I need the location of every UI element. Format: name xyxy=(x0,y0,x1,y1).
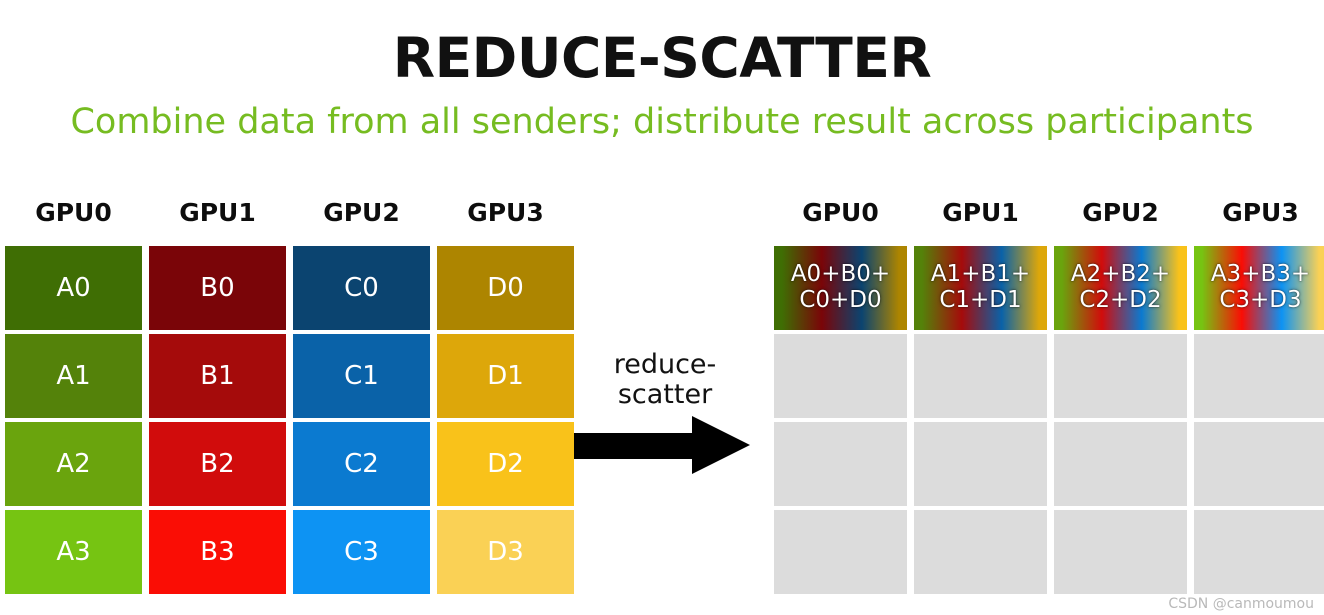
source-cell-label: C0 xyxy=(344,272,379,303)
result-cell xyxy=(774,510,907,594)
source-cell: A1 xyxy=(5,334,142,418)
source-column-2: C0 C1 C2 C3 xyxy=(293,246,430,598)
result-column-0: A0+B0+ C0+D0 xyxy=(774,246,907,598)
result-cell xyxy=(1194,334,1324,418)
source-column-0: A0 A1 A2 A3 xyxy=(5,246,142,598)
source-cell: D2 xyxy=(437,422,574,506)
source-cell-label: A2 xyxy=(56,448,91,479)
source-cell: C3 xyxy=(293,510,430,594)
source-cell-label: D2 xyxy=(487,448,524,479)
source-cell: B2 xyxy=(149,422,286,506)
source-cell: D1 xyxy=(437,334,574,418)
result-cell xyxy=(1054,422,1187,506)
source-matrix-grid: A0 A1 A2 A3 B0 B1 B2 B3 C0 C1 C2 C3 D0 D1 D2 D3 xyxy=(5,246,581,598)
arrow-shaft xyxy=(574,433,696,460)
result-column-1: A1+B1+ C1+D1 xyxy=(914,246,1047,598)
source-cell-label: D1 xyxy=(487,360,524,391)
arrow-right-icon xyxy=(574,416,750,475)
result-cell xyxy=(914,422,1047,506)
source-cell-label: D3 xyxy=(487,536,524,567)
result-cell: A3+B3+ C3+D3 xyxy=(1194,246,1324,330)
source-cell-label: C2 xyxy=(344,448,379,479)
result-column-header-1: GPU1 xyxy=(942,198,1019,227)
result-column-3: A3+B3+ C3+D3 xyxy=(1194,246,1324,598)
watermark: CSDN @canmoumou xyxy=(1168,596,1314,612)
source-cell-label: C1 xyxy=(344,360,379,391)
arrow-head xyxy=(692,416,750,475)
source-cell-label: A3 xyxy=(56,536,91,567)
source-cell-label: B0 xyxy=(200,272,235,303)
result-cell xyxy=(1194,510,1324,594)
source-column-1: B0 B1 B2 B3 xyxy=(149,246,286,598)
source-cell: D0 xyxy=(437,246,574,330)
page-title: REDUCE-SCATTER xyxy=(392,26,932,90)
result-cell xyxy=(1054,510,1187,594)
source-cell-label: A0 xyxy=(56,272,91,303)
source-column-header-0: GPU0 xyxy=(35,198,112,227)
result-cell xyxy=(1194,422,1324,506)
source-cell: D3 xyxy=(437,510,574,594)
source-cell: C2 xyxy=(293,422,430,506)
source-cell: C0 xyxy=(293,246,430,330)
result-cell-label: A0+B0+ C0+D0 xyxy=(790,261,891,313)
result-cell-label: A1+B1+ C1+D1 xyxy=(930,261,1031,313)
result-cell xyxy=(914,334,1047,418)
source-cell-label: C3 xyxy=(344,536,379,567)
source-cell: C1 xyxy=(293,334,430,418)
source-cell: A0 xyxy=(5,246,142,330)
source-cell-label: B1 xyxy=(200,360,235,391)
source-cell: B3 xyxy=(149,510,286,594)
source-cell-label: B3 xyxy=(200,536,235,567)
result-column-header-3: GPU3 xyxy=(1222,198,1299,227)
source-cell: B1 xyxy=(149,334,286,418)
result-column-header-0: GPU0 xyxy=(802,198,879,227)
source-cell: A3 xyxy=(5,510,142,594)
result-matrix: GPU0 GPU1 GPU2 GPU3 A0+B0+ C0+D0 A1+B1+ C1+D… xyxy=(774,196,1324,598)
result-cell: A2+B2+ C2+D2 xyxy=(1054,246,1187,330)
source-matrix-headers: GPU0 GPU1 GPU2 GPU3 xyxy=(5,196,581,246)
source-cell: B0 xyxy=(149,246,286,330)
page-subtitle: Combine data from all senders; distribut… xyxy=(70,102,1254,142)
source-cell-label: D0 xyxy=(487,272,524,303)
result-cell xyxy=(914,510,1047,594)
result-cell-label: A2+B2+ C2+D2 xyxy=(1070,261,1171,313)
result-column-2: A2+B2+ C2+D2 xyxy=(1054,246,1187,598)
source-cell: A2 xyxy=(5,422,142,506)
reduce-scatter-operation: reduce- scatter xyxy=(570,349,760,475)
result-matrix-grid: A0+B0+ C0+D0 A1+B1+ C1+D1 A2+B2+ C2+D2 A3+B… xyxy=(774,246,1324,598)
result-cell: A1+B1+ C1+D1 xyxy=(914,246,1047,330)
operation-label: reduce- scatter xyxy=(613,349,717,411)
result-cell xyxy=(774,334,907,418)
source-matrix: GPU0 GPU1 GPU2 GPU3 A0 A1 A2 A3 B0 B1 B2 B3 C0 C1 C2 C… xyxy=(5,196,581,598)
source-column-header-3: GPU3 xyxy=(467,198,544,227)
source-column-3: D0 D1 D2 D3 xyxy=(437,246,574,598)
result-cell: A0+B0+ C0+D0 xyxy=(774,246,907,330)
result-cell-label: A3+B3+ C3+D3 xyxy=(1210,261,1311,313)
result-column-header-2: GPU2 xyxy=(1082,198,1159,227)
source-cell-label: B2 xyxy=(200,448,235,479)
result-cell xyxy=(1054,334,1187,418)
result-matrix-headers: GPU0 GPU1 GPU2 GPU3 xyxy=(774,196,1324,246)
source-column-header-1: GPU1 xyxy=(179,198,256,227)
source-cell-label: A1 xyxy=(56,360,91,391)
source-column-header-2: GPU2 xyxy=(323,198,400,227)
result-cell xyxy=(774,422,907,506)
